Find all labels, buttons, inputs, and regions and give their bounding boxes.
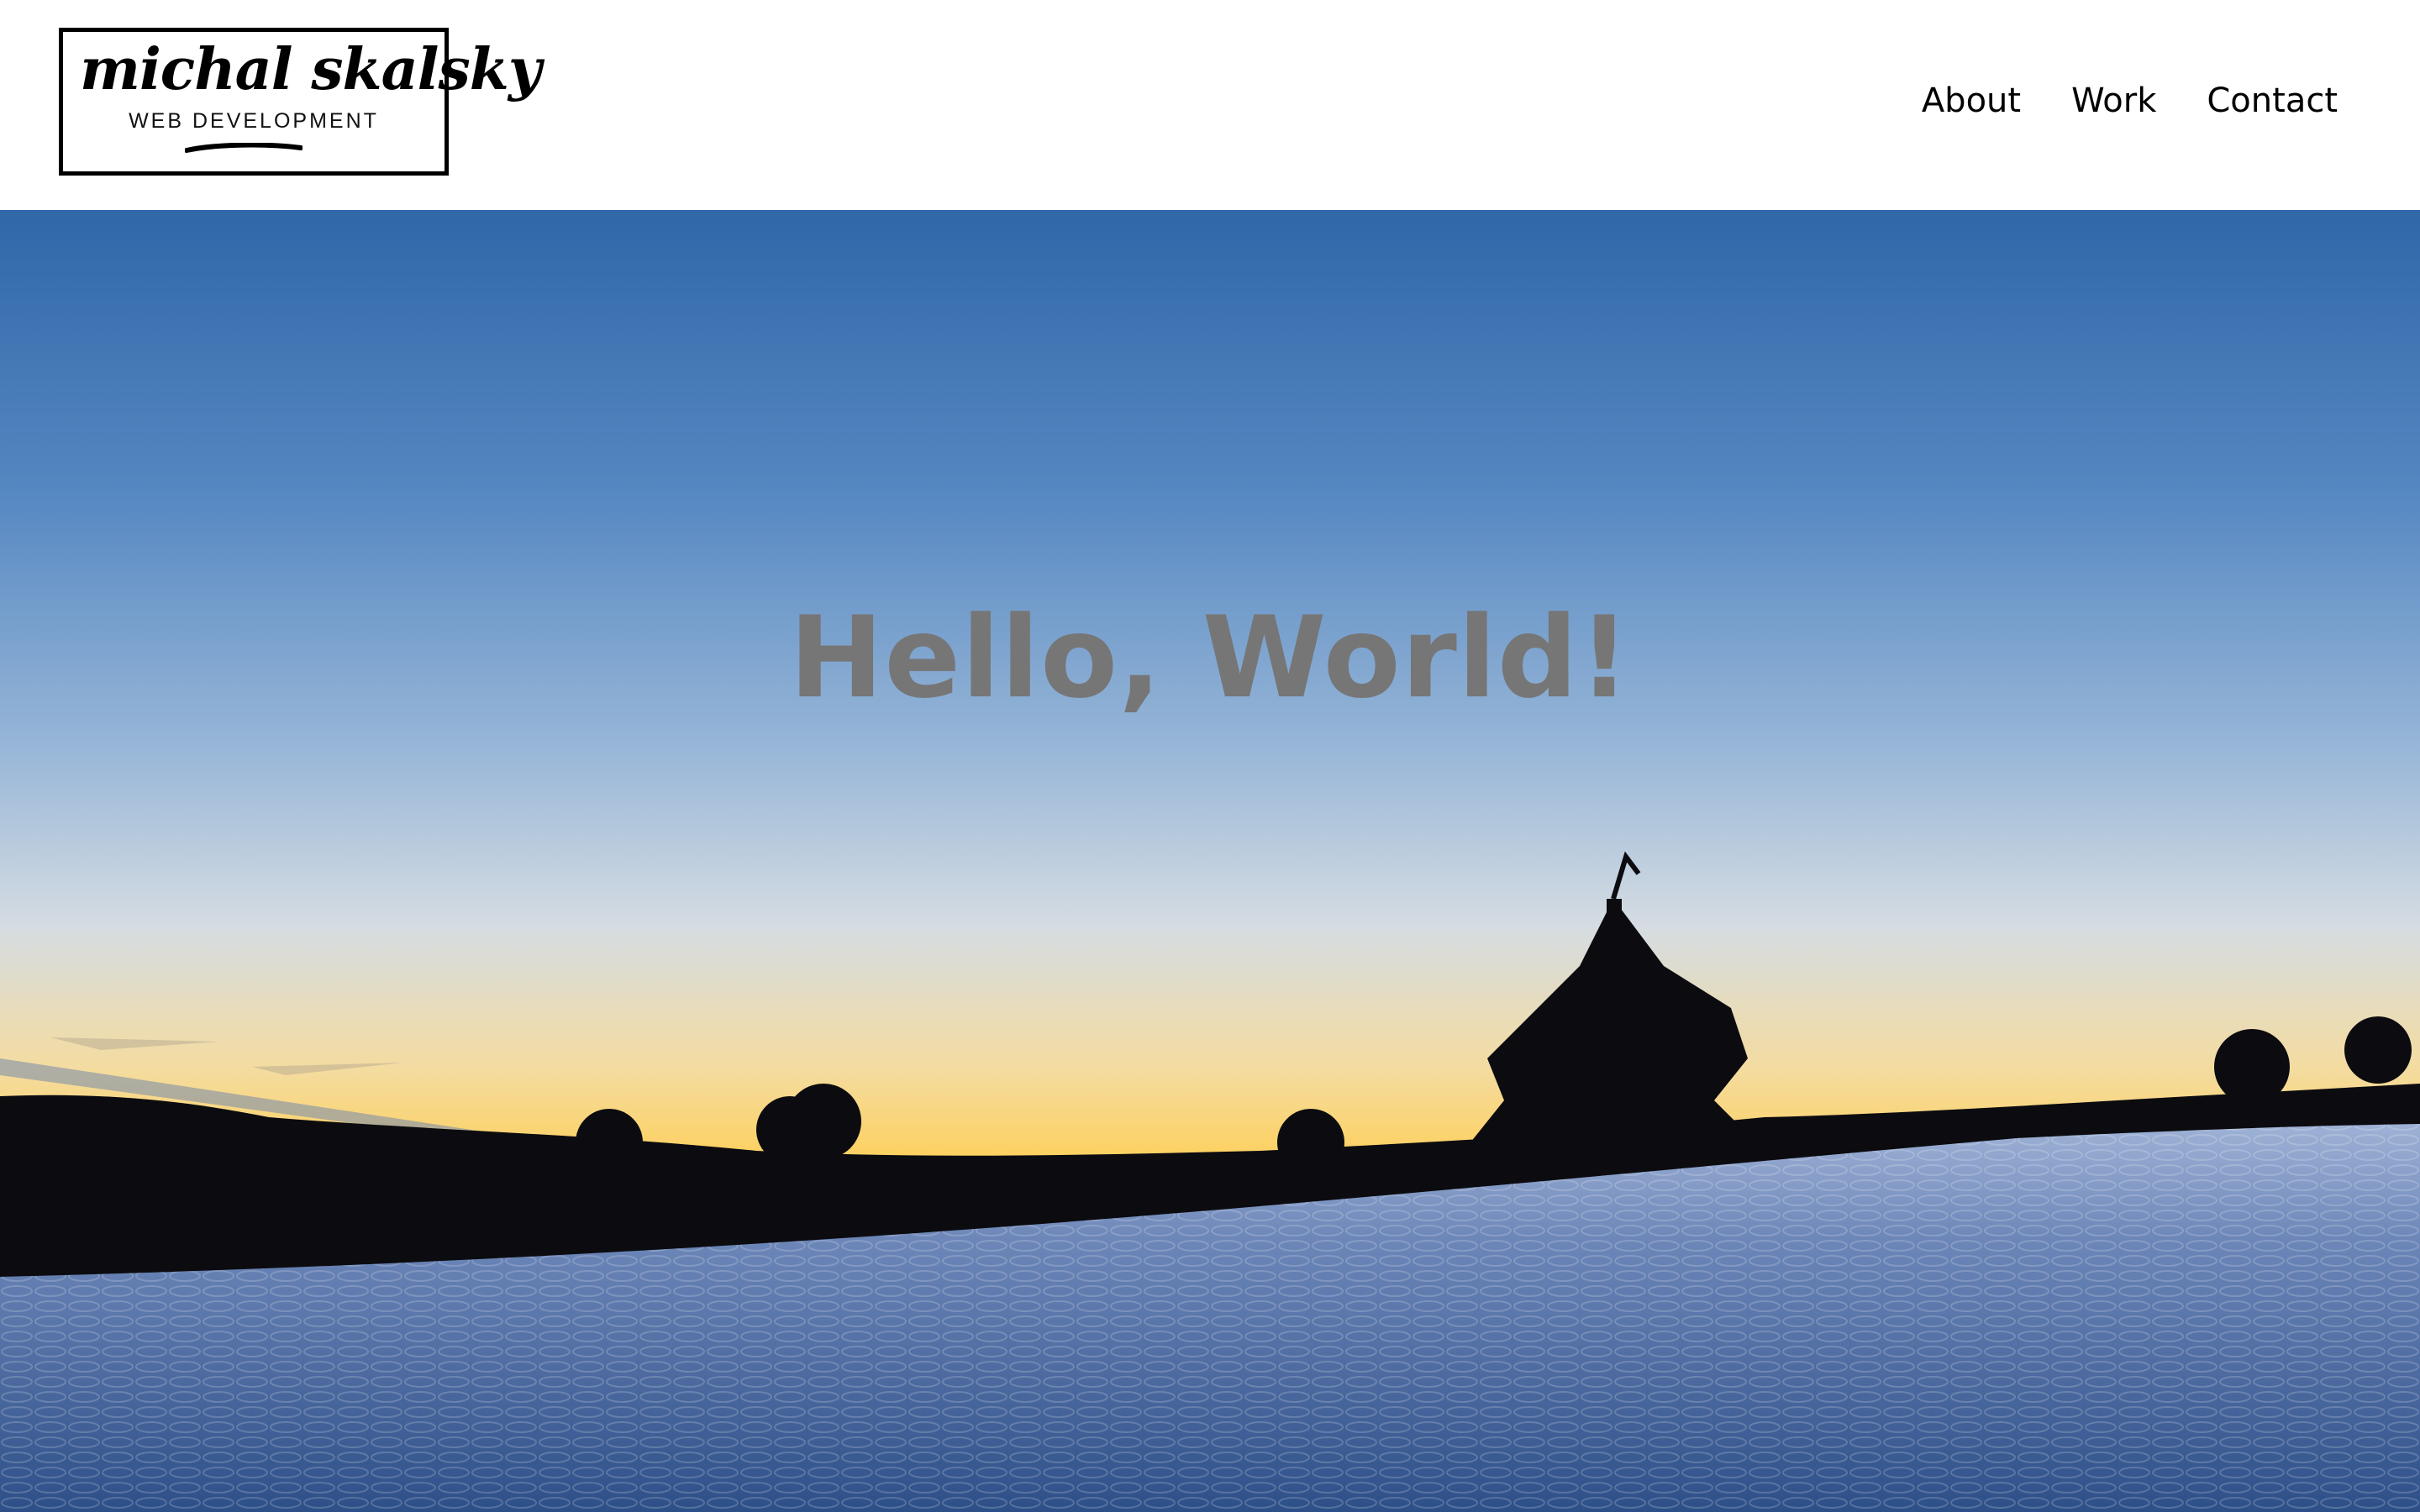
logo-subtitle: WEB DEVELOPMENT [129,109,379,133]
main-nav: About Work Contact [1922,81,2338,120]
site-logo[interactable]: michal skalsky WEB DEVELOPMENT [59,28,541,176]
nav-link-about[interactable]: About [1922,81,2021,120]
hero-title: Hello, World! [789,592,1631,723]
hero-landscape-image [0,210,2420,1512]
logo-script-text: michal skalsky [80,36,541,103]
nav-link-contact[interactable]: Contact [2207,81,2338,120]
hero-section: Hello, World! [0,210,2420,1512]
site-header: michal skalsky WEB DEVELOPMENT About Wor… [0,0,2420,210]
nav-link-work[interactable]: Work [2071,81,2156,120]
logo-swash-icon [185,143,302,153]
